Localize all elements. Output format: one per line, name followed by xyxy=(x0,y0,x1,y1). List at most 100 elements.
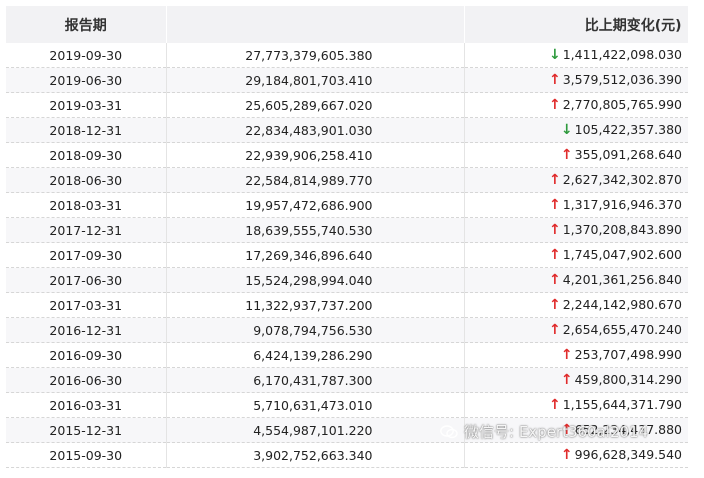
table-row: 2016-06-30 6,170,431,787.300 ↑ 459,800,314.… xyxy=(6,367,688,393)
table-header: 报告期 比上期变化(元) xyxy=(6,6,689,43)
arrow-up-icon: ↑ xyxy=(560,347,573,363)
change-amount: 459,800,314.290 xyxy=(574,372,682,387)
report-date-cell: 2018-12-31 xyxy=(6,117,167,143)
value-cell: 6,170,431,787.300 xyxy=(166,367,465,393)
report-date-cell: 2018-09-30 xyxy=(6,142,167,168)
wechat-icon xyxy=(440,425,458,439)
header-row: 报告期 比上期变化(元) xyxy=(6,6,689,43)
change-amount: 1,370,208,843.890 xyxy=(562,222,682,237)
watermark: 微信号: Expert360al2014 xyxy=(440,421,648,442)
report-date-cell: 2019-09-30 xyxy=(6,43,167,68)
change-amount: 1,411,422,098.030 xyxy=(562,47,682,62)
report-date-cell: 2016-12-31 xyxy=(6,317,167,343)
report-date-cell: 2019-03-31 xyxy=(6,92,167,118)
arrow-up-icon: ↑ xyxy=(548,272,561,288)
report-date-cell: 2016-06-30 xyxy=(6,367,167,393)
table-row: 2015-09-30 3,902,752,663.340 ↑ 996,628,349.… xyxy=(6,442,688,468)
report-date-cell: 2019-06-30 xyxy=(6,67,167,93)
change-amount: 3,579,512,036.390 xyxy=(562,72,682,87)
report-date-cell: 2015-12-31 xyxy=(6,417,167,443)
change-cell: ↓ 105,422,357.380 xyxy=(464,117,688,143)
value-cell: 5,710,631,473.010 xyxy=(166,392,465,418)
change-amount: 2,244,142,980.670 xyxy=(562,297,682,312)
change-amount: 1,745,047,902.600 xyxy=(562,247,682,262)
arrow-up-icon: ↑ xyxy=(548,222,561,238)
change-cell: ↑ 1,745,047,902.600 xyxy=(464,242,688,268)
change-amount: 253,707,498.990 xyxy=(574,347,682,362)
value-cell: 25,605,289,667.020 xyxy=(166,92,465,118)
table-row: 2017-12-31 18,639,555,740.530 ↑ 1,370,208,8… xyxy=(6,217,688,243)
change-amount: 996,628,349.540 xyxy=(574,447,682,462)
value-cell: 9,078,794,756.530 xyxy=(166,317,465,343)
header-change[interactable]: 比上期变化(元) xyxy=(464,6,689,43)
change-cell: ↑ 1,155,644,371.790 xyxy=(464,392,688,418)
report-date-cell: 2016-09-30 xyxy=(6,342,167,368)
value-cell: 27,773,379,605.380 xyxy=(166,43,465,68)
arrow-up-icon: ↑ xyxy=(560,147,573,163)
table-row: 2018-09-30 22,939,906,258.410 ↑ 355,091,268… xyxy=(6,142,688,168)
change-amount: 1,317,916,946.370 xyxy=(562,197,682,212)
change-cell: ↑ 2,627,342,302.870 xyxy=(464,167,688,193)
value-cell: 11,322,937,737.200 xyxy=(166,292,465,318)
change-cell: ↑ 459,800,314.290 xyxy=(464,367,688,393)
arrow-down-icon: ↓ xyxy=(548,47,561,63)
table-row: 2018-12-31 22,834,483,901.030 ↓ 105,422,357… xyxy=(6,117,688,143)
change-cell: ↑ 253,707,498.990 xyxy=(464,342,688,368)
arrow-up-icon: ↑ xyxy=(548,397,561,413)
change-amount: 355,091,268.640 xyxy=(574,147,682,162)
table-row: 2019-09-30 27,773,379,605.380 ↓ 1,411,422,0… xyxy=(6,43,688,68)
arrow-up-icon: ↑ xyxy=(548,297,561,313)
change-amount: 2,654,655,470.240 xyxy=(562,322,682,337)
report-date-cell: 2015-09-30 xyxy=(6,442,167,468)
change-cell: ↑ 1,370,208,843.890 xyxy=(464,217,688,243)
arrow-up-icon: ↑ xyxy=(560,447,573,463)
value-cell: 22,584,814,989.770 xyxy=(166,167,465,193)
value-cell: 4,554,987,101.220 xyxy=(166,417,465,443)
value-cell: 29,184,801,703.410 xyxy=(166,67,465,93)
change-amount: 105,422,357.380 xyxy=(574,122,682,137)
change-cell: ↑ 2,654,655,470.240 xyxy=(464,317,688,343)
header-value[interactable] xyxy=(166,6,465,43)
table-row: 2017-06-30 15,524,298,994.040 ↑ 4,201,361,2… xyxy=(6,267,688,293)
value-cell: 19,957,472,686.900 xyxy=(166,192,465,218)
arrow-up-icon: ↑ xyxy=(548,247,561,263)
value-cell: 22,939,906,258.410 xyxy=(166,142,465,168)
financial-table-container: 报告期 比上期变化(元) 2019-09-30 27,773,379,605.38… xyxy=(6,6,689,468)
change-cell: ↑ 996,628,349.540 xyxy=(464,442,688,468)
table-row: 2016-09-30 6,424,139,286.290 ↑ 253,707,498.… xyxy=(6,342,688,368)
table-row: 2017-09-30 17,269,346,896.640 ↑ 1,745,047,9… xyxy=(6,242,688,268)
report-period-table: 报告期 比上期变化(元) 2019-09-30 27,773,379,605.38… xyxy=(6,6,689,468)
arrow-up-icon: ↑ xyxy=(548,172,561,188)
table-row: 2016-03-31 5,710,631,473.010 ↑ 1,155,644,37… xyxy=(6,392,688,418)
table-row: 2018-06-30 22,584,814,989.770 ↑ 2,627,342,3… xyxy=(6,167,688,193)
arrow-up-icon: ↑ xyxy=(560,372,573,388)
change-amount: 4,201,361,256.840 xyxy=(562,272,682,287)
arrow-up-icon: ↑ xyxy=(548,97,561,113)
change-amount: 2,770,805,765.990 xyxy=(562,97,682,112)
change-cell: ↑ 2,244,142,980.670 xyxy=(464,292,688,318)
arrow-up-icon: ↑ xyxy=(548,72,561,88)
change-cell: ↓ 1,411,422,098.030 xyxy=(464,43,688,68)
change-cell: ↑ 3,579,512,036.390 xyxy=(464,67,688,93)
arrow-up-icon: ↑ xyxy=(548,322,561,338)
report-date-cell: 2016-03-31 xyxy=(6,392,167,418)
change-cell: ↑ 355,091,268.640 xyxy=(464,142,688,168)
table-row: 2018-03-31 19,957,472,686.900 ↑ 1,317,916,9… xyxy=(6,192,688,218)
arrow-up-icon: ↑ xyxy=(548,197,561,213)
value-cell: 22,834,483,901.030 xyxy=(166,117,465,143)
header-report-period[interactable]: 报告期 xyxy=(6,6,167,43)
value-cell: 18,639,555,740.530 xyxy=(166,217,465,243)
report-date-cell: 2017-09-30 xyxy=(6,242,167,268)
table-row: 2019-06-30 29,184,801,703.410 ↑ 3,579,512,0… xyxy=(6,67,688,93)
report-date-cell: 2017-03-31 xyxy=(6,292,167,318)
change-amount: 2,627,342,302.870 xyxy=(562,172,682,187)
report-date-cell: 2017-06-30 xyxy=(6,267,167,293)
arrow-down-icon: ↓ xyxy=(560,122,573,138)
change-cell: ↑ 2,770,805,765.990 xyxy=(464,92,688,118)
table-row: 2017-03-31 11,322,937,737.200 ↑ 2,244,142,9… xyxy=(6,292,688,318)
table-row: 2019-03-31 25,605,289,667.020 ↑ 2,770,805,7… xyxy=(6,92,688,118)
report-date-cell: 2017-12-31 xyxy=(6,217,167,243)
value-cell: 17,269,346,896.640 xyxy=(166,242,465,268)
change-amount: 1,155,644,371.790 xyxy=(562,397,682,412)
change-cell: ↑ 1,317,916,946.370 xyxy=(464,192,688,218)
